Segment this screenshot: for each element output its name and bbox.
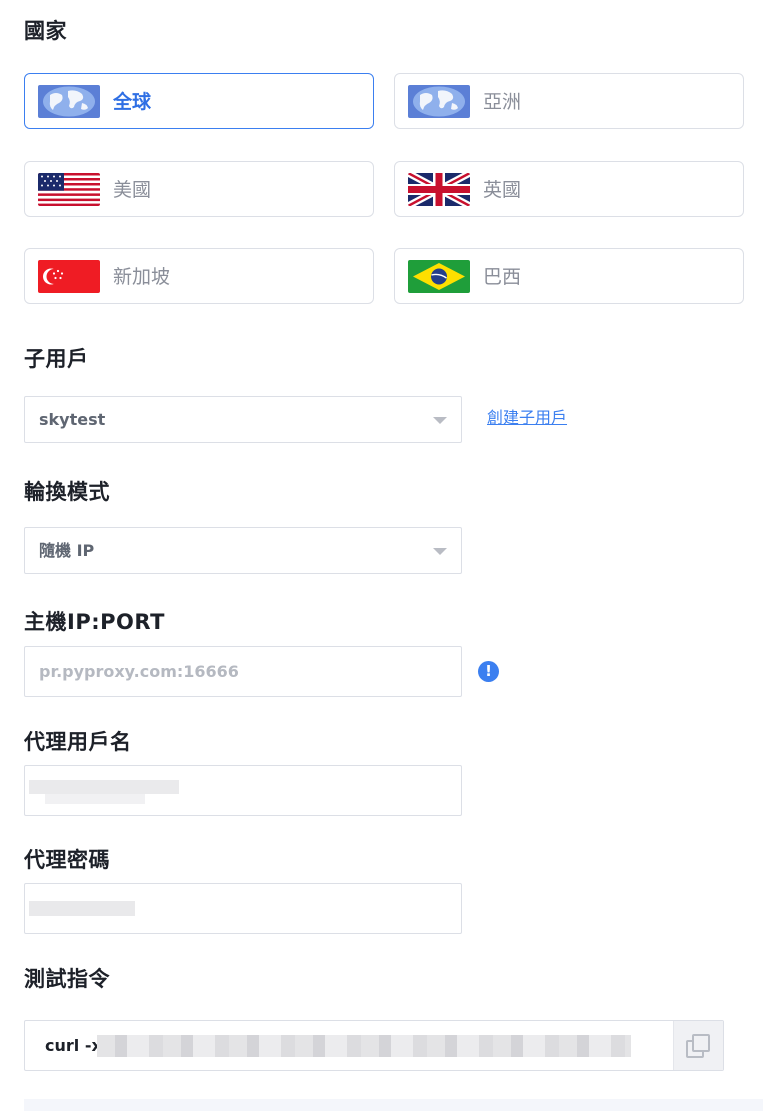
redacted-value xyxy=(45,794,145,804)
country-label: 美國 xyxy=(113,179,152,201)
copy-button[interactable] xyxy=(673,1021,723,1070)
country-label: 亞洲 xyxy=(483,91,522,113)
proxy-username-field[interactable] xyxy=(24,765,462,816)
globe-icon xyxy=(408,85,470,118)
uk-flag-icon xyxy=(408,173,470,206)
create-subuser-link[interactable]: 創建子用戶 xyxy=(487,404,567,428)
country-label: 新加坡 xyxy=(113,266,171,288)
bottom-panel xyxy=(24,1099,763,1111)
test-command-box: curl -x xyxy=(24,1020,724,1071)
info-icon[interactable]: ! xyxy=(478,661,499,682)
redacted-command xyxy=(97,1035,631,1057)
globe-icon xyxy=(38,85,100,118)
country-option-us[interactable]: 美國 xyxy=(24,161,374,217)
host-input-wrapper xyxy=(24,646,462,697)
country-label: 全球 xyxy=(113,91,152,113)
command-prefix: curl -x xyxy=(45,1036,102,1055)
country-option-uk[interactable]: 英國 xyxy=(394,161,744,217)
redacted-value xyxy=(29,780,179,794)
country-title: 國家 xyxy=(24,19,67,43)
proxy-password-field[interactable] xyxy=(24,883,462,934)
host-input[interactable] xyxy=(25,647,461,696)
country-label: 巴西 xyxy=(483,266,522,288)
test-command-title: 測試指令 xyxy=(24,967,110,991)
subuser-title: 子用戶 xyxy=(24,347,89,371)
chevron-down-icon xyxy=(433,417,447,424)
subuser-select[interactable]: skytest xyxy=(24,396,462,443)
chevron-down-icon xyxy=(433,548,447,555)
proxy-password-title: 代理密碼 xyxy=(24,848,110,872)
us-flag-icon xyxy=(38,173,100,206)
subuser-value: skytest xyxy=(39,410,106,429)
redacted-value xyxy=(29,901,135,916)
singapore-flag-icon xyxy=(38,260,100,293)
country-option-global[interactable]: 全球 xyxy=(24,73,374,129)
host-title: 主機IP:PORT xyxy=(24,610,165,634)
country-label: 英國 xyxy=(483,179,522,201)
rotation-title: 輪換模式 xyxy=(24,480,110,504)
copy-icon xyxy=(692,1034,710,1052)
rotation-value: 隨機 IP xyxy=(39,541,95,560)
rotation-select[interactable]: 隨機 IP xyxy=(24,527,462,574)
proxy-username-title: 代理用戶名 xyxy=(24,730,132,754)
country-option-singapore[interactable]: 新加坡 xyxy=(24,248,374,304)
brazil-flag-icon xyxy=(408,260,470,293)
country-option-brazil[interactable]: 巴西 xyxy=(394,248,744,304)
country-option-asia[interactable]: 亞洲 xyxy=(394,73,744,129)
